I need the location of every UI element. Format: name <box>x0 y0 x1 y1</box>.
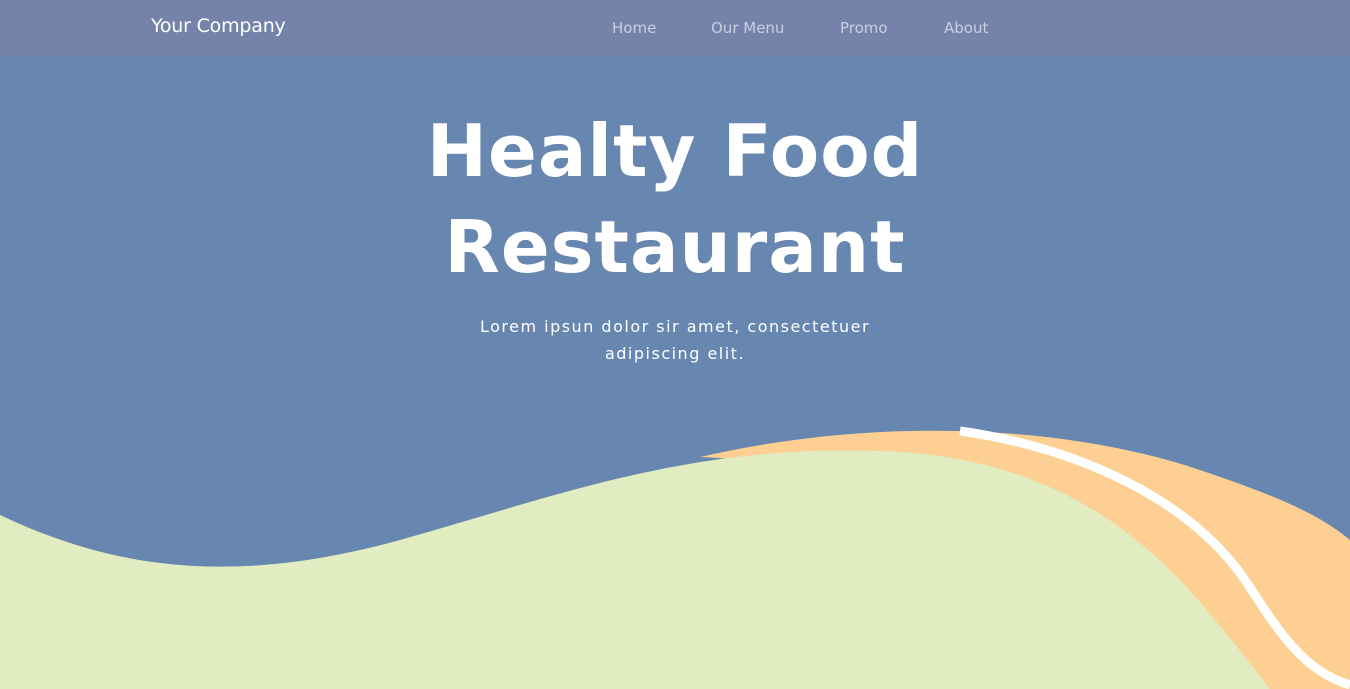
hero-title-line-2: Restaurant <box>444 205 906 289</box>
hero-subtitle-line-2: adipiscing elit. <box>604 344 746 363</box>
nav-links: Home Our Menu Promo About <box>0 19 1350 39</box>
hero-title: Healty Food Restaurant <box>0 103 1350 295</box>
nav-link-promo[interactable]: Promo <box>840 19 888 37</box>
landing-page: Your Company Home Our Menu Promo About H… <box>0 0 1350 689</box>
hero-subtitle-line-1: Lorem ipsun dolor sir amet, consectetuer <box>479 317 871 336</box>
top-navbar: Your Company Home Our Menu Promo About <box>0 0 1350 56</box>
nav-link-our-menu[interactable]: Our Menu <box>711 19 784 37</box>
hero-title-line-1: Healty Food <box>426 109 924 193</box>
nav-link-about[interactable]: About <box>944 19 988 37</box>
nav-link-home[interactable]: Home <box>612 19 656 37</box>
hero-subtitle: Lorem ipsun dolor sir amet, consectetuer… <box>0 313 1350 367</box>
